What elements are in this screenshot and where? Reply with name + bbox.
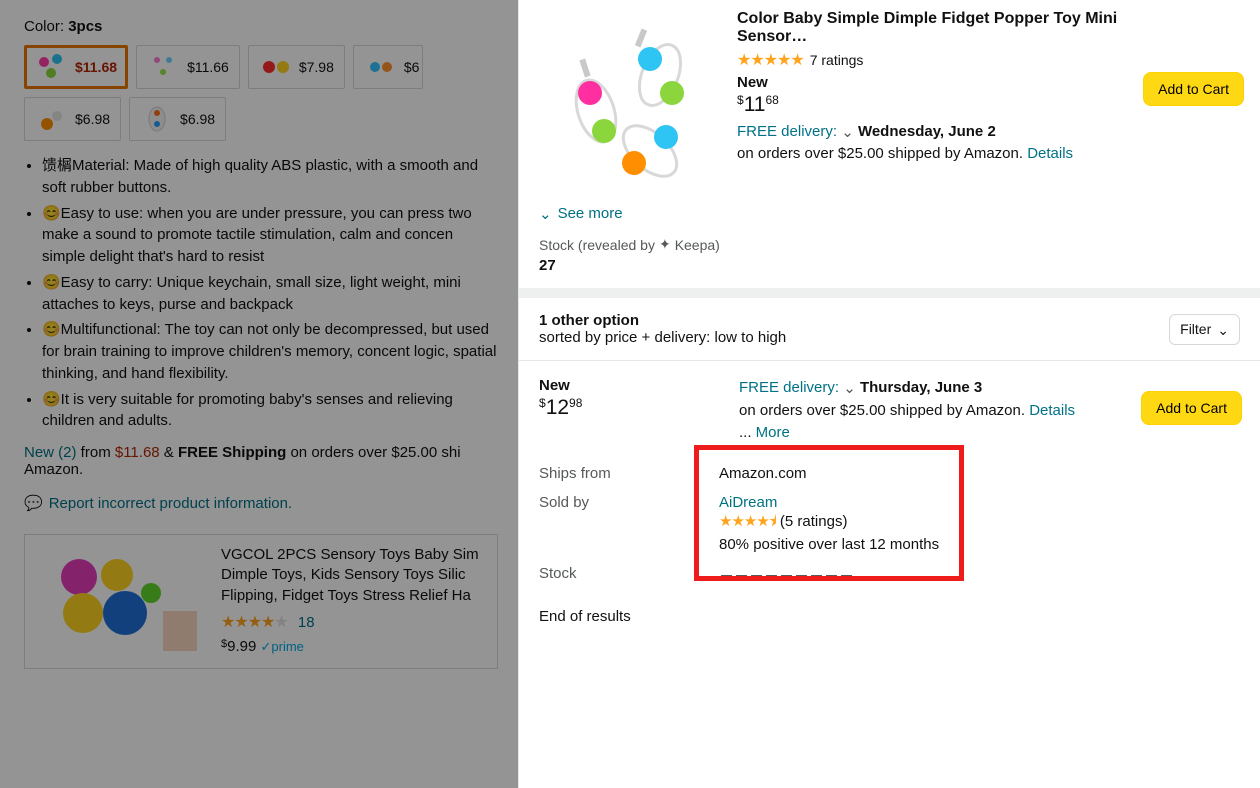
more-link[interactable]: More: [756, 424, 790, 441]
buying-options-flyout: Add to Cart Color Baby Simple Dimple Fid…: [518, 0, 1260, 788]
ships-from-key: Ships from: [539, 465, 719, 482]
variant-thumb: [147, 50, 181, 84]
related-price: $9.99 ✓prime: [221, 637, 483, 657]
color-value: 3pcs: [68, 18, 102, 35]
related-rating-count: 18: [298, 614, 315, 631]
stock-value-blurred: －－－－－－－－－: [719, 565, 1240, 586]
bullet-item: 😊Multifunctional: The toy can not only b…: [42, 319, 498, 384]
new-offers-link[interactable]: New (2): [24, 444, 77, 461]
variant-option[interactable]: $11.68: [24, 45, 128, 89]
variant-thumb: [140, 102, 174, 136]
seller-positive: 80% positive over last 12 months: [719, 536, 939, 553]
related-product-card[interactable]: VGCOL 2PCS Sensory Toys Baby Sim Dimple …: [24, 534, 498, 669]
new-offers-price: $11.68: [115, 444, 160, 461]
bullet-item: 😊It is very suitable for promoting baby'…: [42, 389, 498, 433]
other-options-header: 1 other option sorted by price + deliver…: [519, 288, 1260, 361]
bullet-item: 😊Easy to use: when you are under pressur…: [42, 203, 498, 268]
seller-link[interactable]: AiDream: [719, 494, 777, 511]
secondary-offer: Add to Cart New $1298 FREE delivery: ⌄ T…: [519, 361, 1260, 453]
variant-option[interactable]: $7.98: [248, 45, 345, 89]
rating-row[interactable]: ★★★★★ 7 ratings: [737, 50, 1143, 70]
stars-icon: ★★★★★: [221, 614, 288, 631]
product-image: [539, 10, 719, 190]
add-to-cart-button[interactable]: Add to Cart: [1143, 72, 1244, 106]
variant-price: $6.98: [180, 111, 215, 127]
stars-icon: ★★★★★: [737, 50, 804, 70]
stock-block: Stock (revealed by ✦ Keepa) 27: [519, 236, 1260, 288]
related-info: VGCOL 2PCS Sensory Toys Baby Sim Dimple …: [221, 545, 483, 658]
bullet-item: 😊Easy to carry: Unique keychain, small s…: [42, 272, 498, 316]
see-more-link[interactable]: ⌄ See more: [519, 200, 643, 236]
end-of-results: End of results: [519, 596, 1260, 637]
condition-label: New: [539, 377, 719, 394]
sold-by-key: Sold by: [539, 494, 719, 511]
variant-option[interactable]: $6: [353, 45, 423, 89]
variant-price: $11.68: [75, 59, 117, 75]
sold-by-value: AiDream ★★★★⯨ (5 ratings) 80% positive o…: [719, 494, 1240, 553]
chevron-down-icon: ⌄: [1217, 322, 1229, 339]
product-title: Color Baby Simple Dimple Fidget Popper T…: [737, 10, 1244, 46]
variant-option[interactable]: $6.98: [24, 97, 121, 141]
variant-price: $7.98: [299, 59, 334, 75]
delivery-date: Wednesday, June 2: [858, 123, 996, 140]
details-link[interactable]: Details: [1029, 402, 1075, 419]
variant-option[interactable]: $11.66: [136, 45, 240, 89]
prime-badge: ✓prime: [261, 639, 304, 654]
report-link[interactable]: 💬 Report incorrect product information.: [24, 494, 292, 512]
rating-count: 7 ratings: [810, 52, 864, 68]
related-thumb: [39, 545, 207, 655]
variant-selector: $11.68 $11.66 $7.98 $6 $6.98: [24, 45, 498, 141]
feature-bullets: 馈榍Material: Made of high quality ABS pla…: [42, 155, 498, 432]
sort-description: sorted by price + delivery: low to high: [539, 329, 786, 346]
variant-thumb: [364, 50, 398, 84]
filter-button[interactable]: Filter ⌄: [1169, 314, 1240, 345]
color-label: Color: 3pcs: [24, 18, 498, 35]
related-title: VGCOL 2PCS Sensory Toys Baby Sim Dimple …: [221, 545, 483, 606]
delivery-date: Thursday, June 3: [860, 379, 982, 396]
new-offers-line: New (2) from $11.68 & FREE Shipping on o…: [24, 444, 498, 478]
seller-meta: Ships from Amazon.com Sold by AiDream ★★…: [519, 453, 1260, 596]
variant-thumb: [35, 50, 69, 84]
variant-thumb: [259, 50, 293, 84]
keepa-icon: ✦: [659, 236, 671, 253]
seller-rating-count: (5 ratings): [780, 513, 848, 530]
hero-info: Add to Cart Color Baby Simple Dimple Fid…: [737, 10, 1244, 165]
variant-price: $6: [404, 59, 420, 75]
stars-icon: ★★★★⯨: [719, 513, 776, 530]
details-link[interactable]: Details: [1027, 145, 1073, 162]
chevron-down-icon: ⌄: [539, 205, 552, 223]
delivery-info: FREE delivery: ⌄ Wednesday, June 2 on or…: [737, 121, 1244, 165]
related-rating: ★★★★★ 18: [221, 612, 483, 634]
variant-option[interactable]: $6.98: [129, 97, 226, 141]
primary-offer: Add to Cart Color Baby Simple Dimple Fid…: [519, 0, 1260, 200]
variant-price: $6.98: [75, 111, 110, 127]
color-label-text: Color:: [24, 18, 64, 35]
ships-from-value: Amazon.com: [719, 465, 1240, 482]
product-detail-panel: Color: 3pcs $11.68 $11.66 $7.98 $6: [0, 0, 518, 788]
variant-price: $11.66: [187, 59, 229, 75]
bullet-item: 馈榍Material: Made of high quality ABS pla…: [42, 155, 498, 199]
add-to-cart-button[interactable]: Add to Cart: [1141, 391, 1242, 425]
stock-key: Stock: [539, 565, 719, 582]
price-block: $1298: [539, 396, 719, 420]
chevron-down-icon[interactable]: ⌄: [841, 122, 854, 144]
chevron-down-icon[interactable]: ⌄: [843, 378, 856, 401]
variant-thumb: [35, 102, 69, 136]
comment-icon: 💬: [24, 494, 43, 512]
other-option-count: 1 other option: [539, 312, 639, 329]
stock-value: 27: [539, 257, 1240, 274]
